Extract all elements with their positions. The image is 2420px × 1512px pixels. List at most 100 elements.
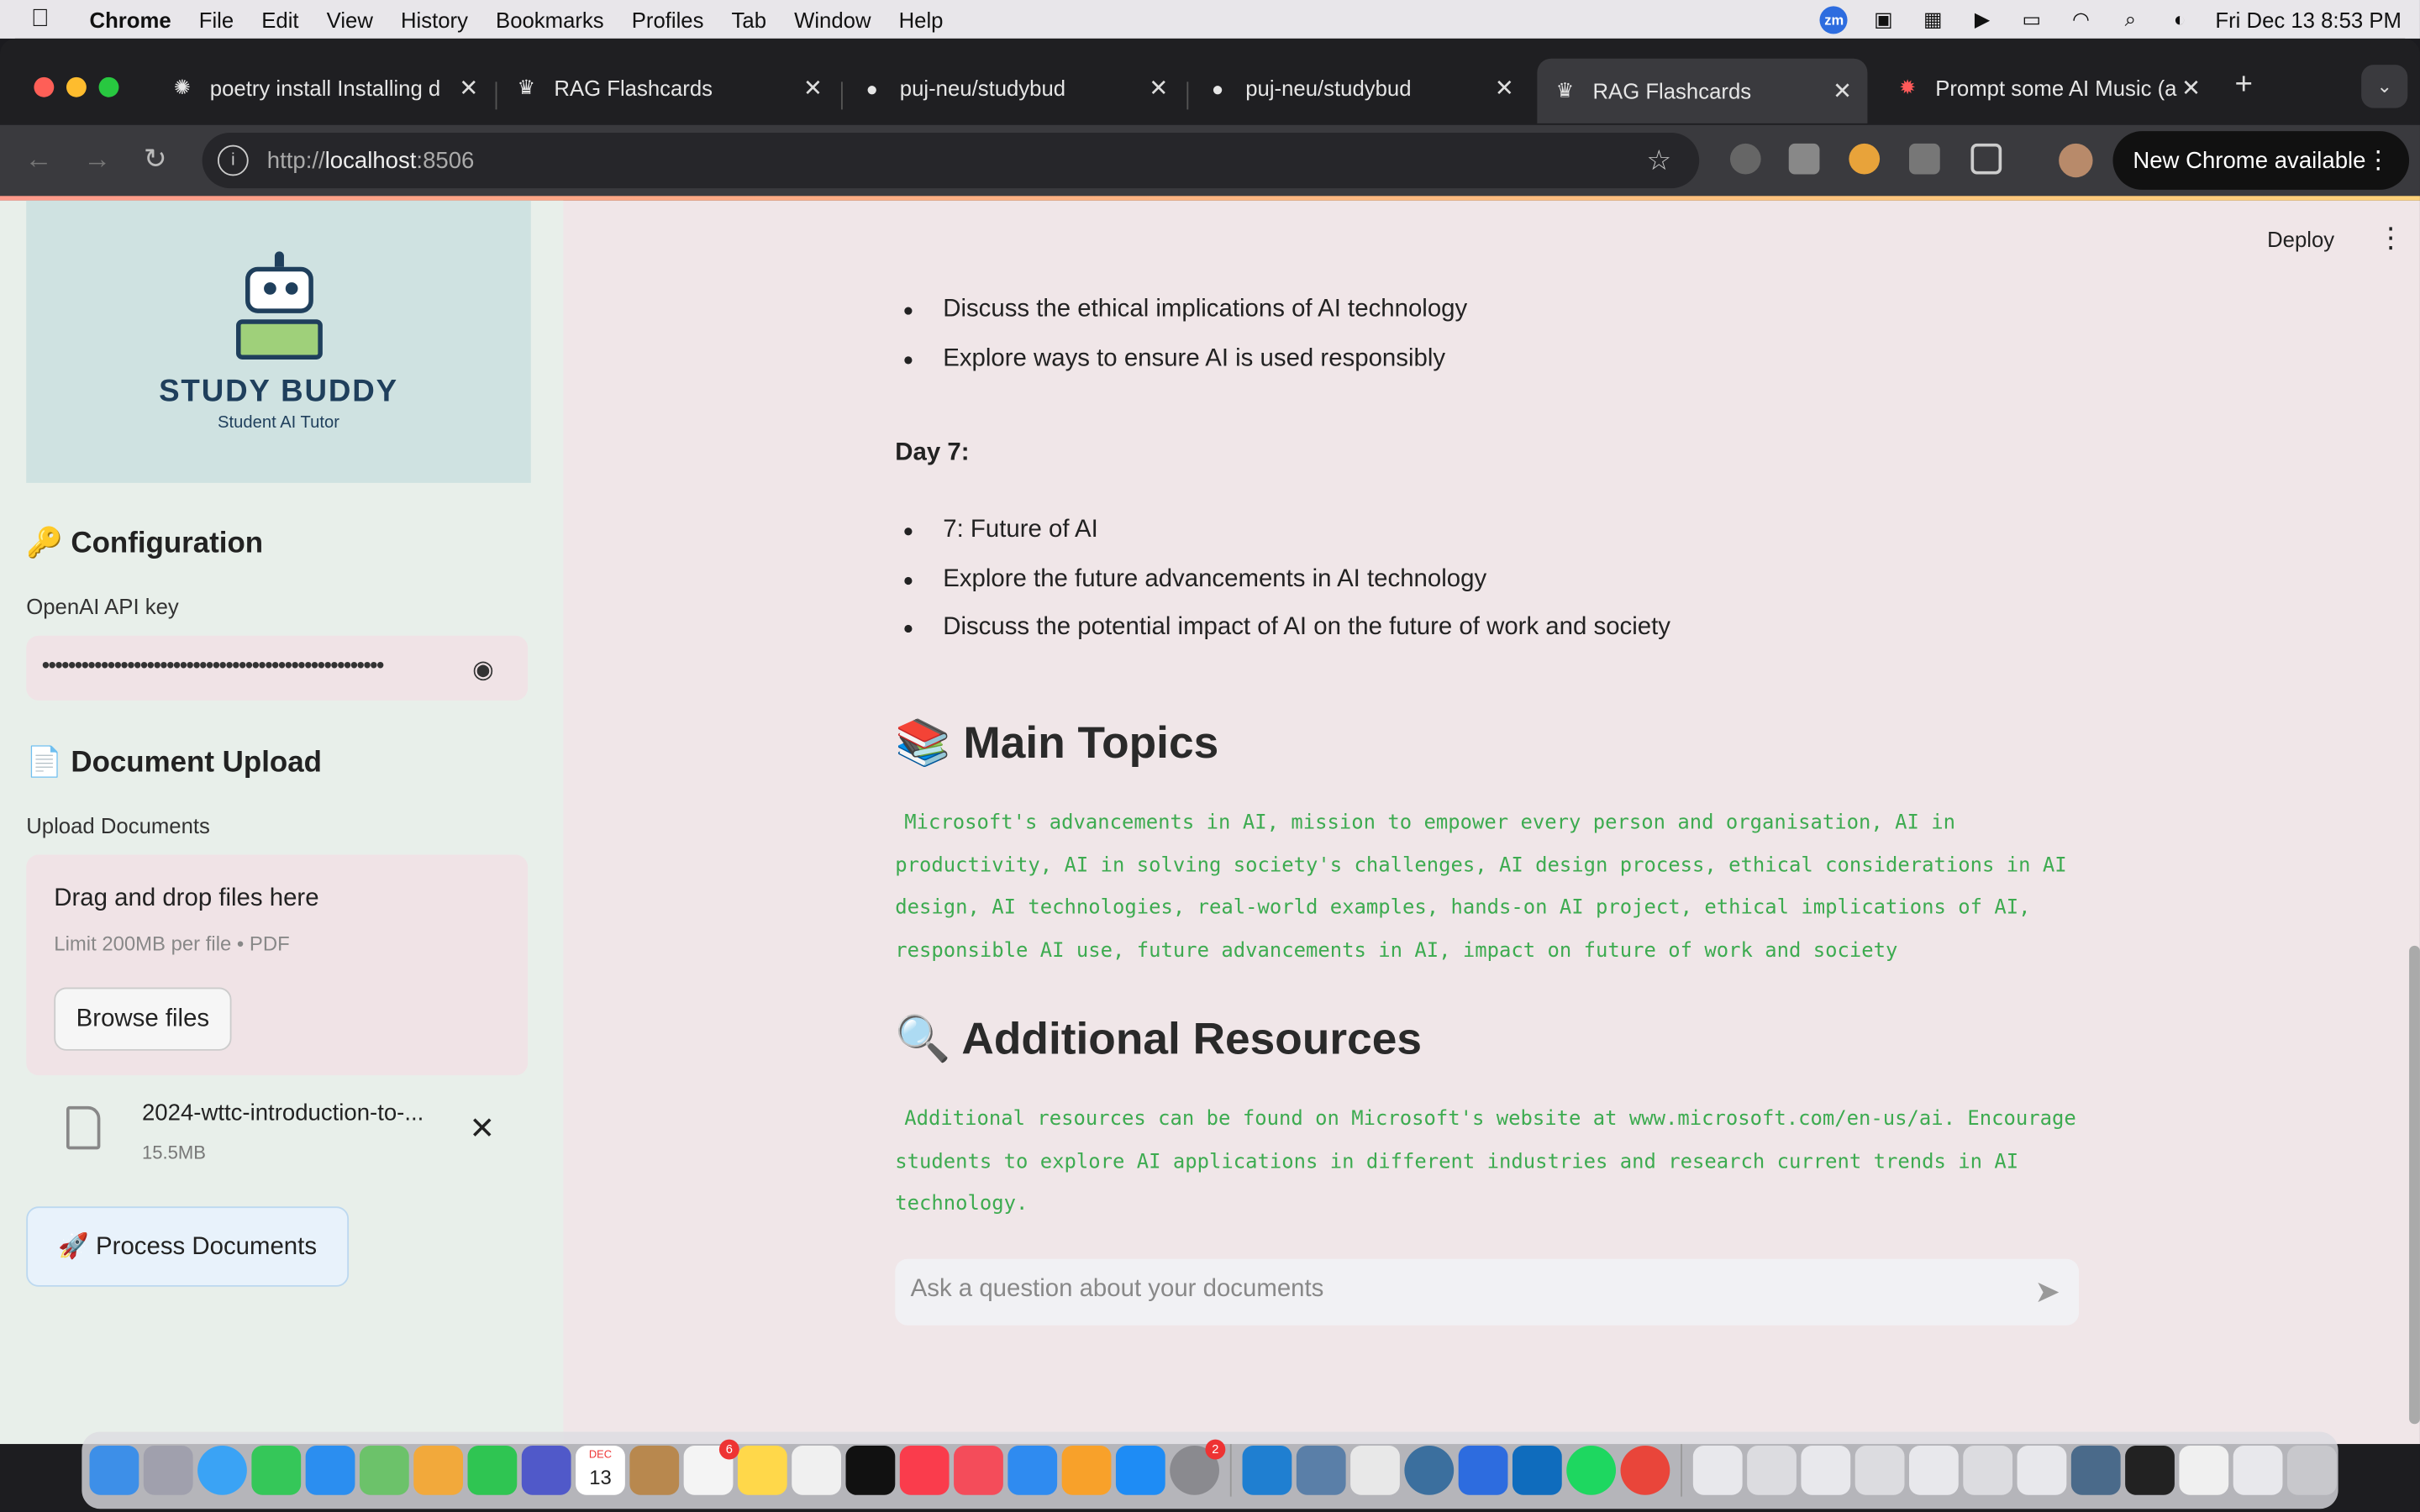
menu-help[interactable]: Help (899, 7, 944, 31)
new-tab-button[interactable]: + (2235, 68, 2253, 103)
zoom-icon[interactable] (1458, 1445, 1508, 1495)
screenshot-icon[interactable]: ▣ (1870, 7, 1897, 30)
music-icon[interactable] (899, 1445, 950, 1495)
menu-view[interactable]: View (327, 7, 373, 31)
document-icon[interactable] (1747, 1445, 1797, 1495)
apple-tv-icon[interactable] (845, 1445, 896, 1495)
vscode-icon[interactable] (1242, 1445, 1292, 1495)
quicktime-icon[interactable] (1404, 1445, 1455, 1495)
wifi-icon[interactable]: ◠ (2067, 7, 2095, 30)
api-key-field[interactable]: ••••••••••••••••••••••••••••••••••••••••… (26, 635, 529, 701)
bookmark-star-icon[interactable]: ☆ (1647, 144, 1672, 177)
freeform-icon[interactable] (792, 1445, 842, 1495)
menu-profiles[interactable]: Profiles (632, 7, 704, 31)
clapper-icon[interactable]: ▦ (1919, 7, 1947, 30)
play-icon[interactable]: ▶ (1969, 7, 1996, 30)
reload-icon[interactable]: ↻ (144, 144, 167, 176)
browse-files-button[interactable]: Browse files (54, 987, 232, 1051)
menu-history[interactable]: History (401, 7, 468, 31)
tab-poetry[interactable]: ✺ poetry install Installing d ✕ (170, 65, 479, 111)
facetime-icon[interactable] (467, 1445, 518, 1495)
calendar-icon[interactable]: DEC 13 (576, 1445, 625, 1495)
notes-icon[interactable] (737, 1445, 787, 1495)
menu-clock[interactable]: Fri Dec 13 8:53 PM (2215, 7, 2402, 31)
mail-icon[interactable] (305, 1445, 355, 1495)
tab-github-1[interactable]: ● puj-neu/studybud ✕ (860, 65, 1169, 111)
contacts-icon[interactable] (629, 1445, 680, 1495)
close-tab-icon[interactable]: ✕ (1833, 77, 1852, 105)
deploy-button[interactable]: Deploy (2267, 227, 2334, 251)
chrome-icon[interactable] (1620, 1445, 1670, 1495)
tab-search-chevron-icon[interactable]: ⌄ (2361, 65, 2408, 108)
news-icon[interactable] (954, 1445, 1003, 1495)
chat-input[interactable]: Ask a question about your documents ➤ (895, 1258, 2080, 1326)
close-tab-icon[interactable]: ✕ (2181, 74, 2201, 102)
site-info-icon[interactable]: i (217, 144, 249, 176)
tab-rag-flashcards-active[interactable]: ♛ RAG Flashcards ✕ (1537, 58, 1868, 123)
control-center-icon[interactable]: ◐ (2166, 8, 2194, 31)
apple-icon[interactable]:  (31, 5, 62, 33)
safari-icon[interactable] (197, 1445, 247, 1495)
scrollbar[interactable] (2409, 945, 2420, 1425)
close-window-button[interactable] (34, 76, 55, 97)
reminders-icon[interactable]: 6 (683, 1439, 739, 1495)
minimize-window-button[interactable] (66, 76, 87, 97)
document-icon[interactable] (2233, 1445, 2283, 1495)
document-icon[interactable] (1854, 1445, 1905, 1495)
messages-icon[interactable] (251, 1445, 302, 1495)
pages-icon[interactable] (1061, 1445, 1112, 1495)
tab-ai-music[interactable]: ✹ Prompt some AI Music (a ✕ (1895, 65, 2201, 111)
maps-icon[interactable] (359, 1445, 409, 1495)
extension-icon[interactable] (1788, 143, 1820, 175)
preview-icon[interactable] (1296, 1445, 1346, 1495)
menu-bookmarks[interactable]: Bookmarks (496, 7, 604, 31)
screenshot-thumbnail-icon[interactable] (2125, 1445, 2175, 1495)
textedit-icon[interactable] (1350, 1445, 1400, 1495)
teams-icon[interactable] (521, 1445, 571, 1495)
finder-icon[interactable] (89, 1445, 139, 1495)
zoom-status-icon[interactable]: zm (1820, 5, 1849, 34)
zoom-window-button[interactable] (98, 76, 119, 97)
tab-github-2[interactable]: ● puj-neu/studybud ✕ (1205, 65, 1514, 111)
document-icon[interactable] (1801, 1445, 1851, 1495)
outlook-icon[interactable] (1512, 1445, 1562, 1495)
battery-icon[interactable]: ▭ (2018, 7, 2045, 30)
close-tab-icon[interactable]: ✕ (459, 74, 478, 102)
search-icon[interactable]: ⌕ (2117, 7, 2144, 30)
chat-placeholder[interactable]: Ask a question about your documents (911, 1276, 1324, 1304)
extension-icon[interactable] (1908, 143, 1940, 175)
keynote-icon[interactable] (1007, 1445, 1058, 1495)
document-icon[interactable] (2179, 1445, 2229, 1495)
menu-file[interactable]: File (199, 7, 234, 31)
photos-icon[interactable] (413, 1445, 464, 1495)
profile-avatar[interactable] (2059, 143, 2093, 178)
remove-file-icon[interactable]: ✕ (469, 1110, 495, 1148)
eye-icon[interactable]: ◉ (472, 654, 494, 685)
back-arrow-icon[interactable]: ← (24, 144, 52, 176)
document-icon[interactable] (1908, 1445, 1959, 1495)
extensions-puzzle-icon[interactable] (1970, 143, 2002, 175)
new-chrome-available-button[interactable]: New Chrome available ⋮ (2112, 131, 2410, 190)
forward-arrow-icon[interactable]: → (83, 144, 111, 176)
url-text[interactable]: http://localhost:8506 (267, 147, 475, 173)
trash-icon[interactable] (2286, 1445, 2337, 1495)
menu-edit[interactable]: Edit (261, 7, 298, 31)
extension-icon[interactable] (1849, 143, 1881, 175)
close-tab-icon[interactable]: ✕ (1149, 74, 1168, 102)
close-tab-icon[interactable]: ✕ (1495, 74, 1514, 102)
document-icon[interactable] (1963, 1445, 2013, 1495)
menu-tab[interactable]: Tab (732, 7, 766, 31)
menu-app-name[interactable]: Chrome (90, 7, 171, 31)
document-icon[interactable] (2017, 1445, 2067, 1495)
send-icon[interactable]: ➤ (2034, 1273, 2060, 1311)
address-bar[interactable]: i http://localhost:8506 ☆ (202, 132, 1700, 189)
process-documents-button[interactable]: 🚀 Process Documents (26, 1206, 350, 1287)
tab-rag-flashcards-1[interactable]: ♛ RAG Flashcards ✕ (514, 65, 823, 111)
file-dropzone[interactable]: Drag and drop files here Limit 200MB per… (26, 854, 529, 1076)
document-icon[interactable] (1692, 1445, 1743, 1495)
menu-window[interactable]: Window (794, 7, 871, 31)
extension-icon[interactable] (1729, 143, 1761, 175)
spotify-icon[interactable] (1566, 1445, 1617, 1495)
launchpad-icon[interactable] (143, 1445, 193, 1495)
screenshot-thumbnail-icon[interactable] (2070, 1445, 2121, 1495)
